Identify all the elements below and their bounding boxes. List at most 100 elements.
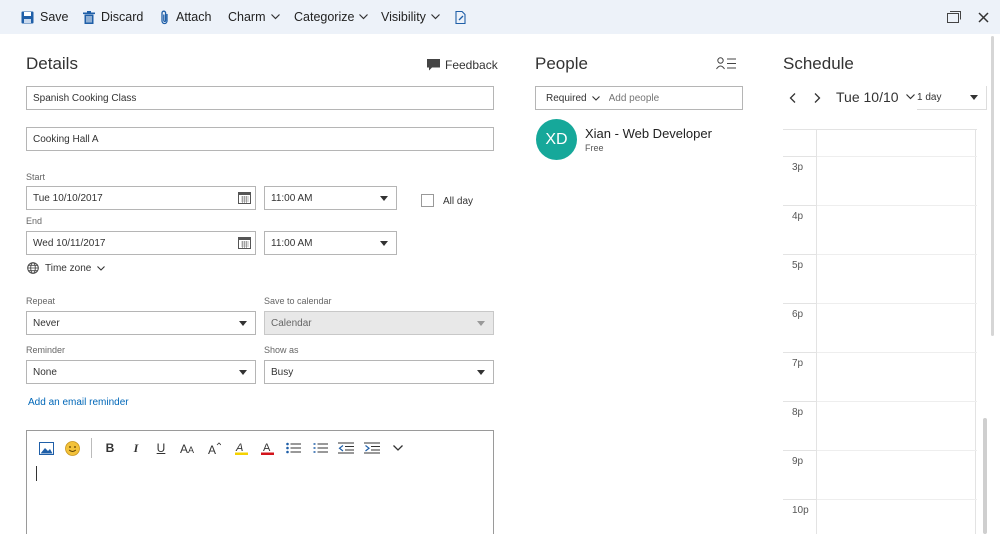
save-to-calendar-label: Save to calendar [264, 296, 332, 306]
schedule-date: Tue 10/10 [836, 89, 899, 105]
font-size-button[interactable]: A A [178, 439, 198, 457]
repeat-select[interactable]: Never [26, 311, 256, 335]
start-time-select[interactable]: 11:00 AM [264, 186, 397, 210]
schedule-view-select[interactable]: 1 day [917, 86, 987, 110]
hour-line [783, 450, 817, 451]
start-date-value: Tue 10/10/2017 [33, 192, 103, 204]
end-time-select[interactable]: 11:00 AM [264, 231, 397, 255]
italic-button[interactable]: I [126, 439, 146, 457]
show-as-select[interactable]: Busy [264, 360, 494, 384]
charm-dropdown[interactable]: Charm [228, 0, 280, 34]
time-zone-label: Time zone [45, 262, 92, 274]
close-button[interactable] [978, 0, 989, 34]
schedule-view-value: 1 day [917, 92, 942, 103]
hour-line [783, 499, 817, 500]
chevron-down-icon [430, 14, 440, 20]
highlight-button[interactable]: A [231, 439, 251, 457]
schedule-grid[interactable]: 3p 4p 5p 6p 7p 8p 9p 10p [783, 129, 977, 534]
previous-day-button[interactable] [789, 93, 796, 103]
decrease-indent-button[interactable] [336, 439, 356, 457]
attach-button[interactable]: Attach [160, 0, 211, 34]
repeat-value: Never [33, 317, 60, 329]
all-day-label: All day [443, 196, 474, 207]
numbering-button[interactable] [310, 439, 330, 457]
font-color-button[interactable]: A [257, 439, 277, 457]
people-picker[interactable]: Required [535, 86, 743, 110]
hour-line [783, 205, 817, 206]
add-email-reminder-link[interactable]: Add an email reminder [28, 397, 129, 408]
bold-button[interactable]: B [100, 439, 120, 457]
feedback-icon [427, 59, 440, 71]
schedule-date-picker[interactable]: Tue 10/10 [836, 89, 915, 105]
half-hour-line [817, 303, 977, 304]
bulleted-list-icon [285, 442, 301, 454]
font-size-icon: A A [180, 442, 194, 454]
half-hour-line [817, 205, 977, 206]
end-time-value: 11:00 AM [271, 237, 313, 249]
calendar-icon[interactable] [238, 237, 251, 249]
next-day-button[interactable] [814, 93, 821, 103]
avatar[interactable]: XD [536, 119, 577, 160]
start-date-input[interactable]: Tue 10/10/2017 [26, 186, 256, 210]
more-formatting-button[interactable] [388, 439, 408, 457]
add-people-input[interactable] [608, 92, 729, 104]
time-zone-toggle[interactable]: Time zone [27, 262, 106, 274]
insert-emoji-button[interactable] [62, 439, 82, 457]
save-to-calendar-value: Calendar [271, 317, 312, 329]
underline-button[interactable]: U [151, 439, 171, 457]
attendee-name: Xian - Web Developer [585, 126, 712, 141]
calendar-icon[interactable] [238, 192, 251, 204]
save-label: Save [40, 10, 69, 24]
page-scrollbar[interactable] [991, 36, 994, 336]
save-to-calendar-select[interactable]: Calendar [264, 311, 494, 335]
hour-label: 3p [792, 162, 804, 173]
feedback-label: Feedback [445, 58, 498, 72]
event-body-editor[interactable]: B I U A A A A A [26, 430, 494, 534]
schedule-title: Schedule [783, 54, 854, 73]
svg-text:A: A [235, 442, 243, 454]
dropdown-arrow-icon [380, 196, 388, 201]
repeat-label: Repeat [26, 296, 56, 306]
hour-label: 10p [792, 505, 809, 516]
attendance-type-dropdown[interactable]: Required [536, 93, 600, 104]
grow-font-button[interactable]: A [204, 439, 224, 457]
reminder-select[interactable]: None [26, 360, 256, 384]
reminder-label: Reminder [26, 345, 66, 355]
feedback-button[interactable]: Feedback [427, 58, 498, 72]
font-color-icon: A [260, 442, 274, 455]
attach-label: Attach [176, 10, 212, 24]
event-title-input[interactable]: Spanish Cooking Class [26, 86, 494, 110]
dropdown-arrow-icon [380, 241, 388, 246]
half-hour-line [817, 401, 977, 402]
end-date-value: Wed 10/11/2017 [33, 237, 106, 249]
discard-button[interactable]: Discard [83, 0, 143, 34]
schedule-scrollbar[interactable] [983, 418, 987, 534]
hour-label: 4p [792, 211, 804, 222]
dropdown-arrow-icon [970, 95, 978, 100]
categorize-dropdown[interactable]: Categorize [294, 0, 369, 34]
popout-button[interactable] [947, 0, 961, 34]
contacts-list-icon[interactable] [716, 57, 736, 70]
end-date-input[interactable]: Wed 10/11/2017 [26, 231, 256, 255]
visibility-dropdown[interactable]: Visibility [381, 0, 440, 34]
hour-label: 5p [792, 260, 804, 271]
hour-line [783, 352, 817, 353]
attendee-status: Free [585, 143, 604, 153]
increase-indent-button[interactable] [362, 439, 382, 457]
end-label: End [26, 216, 43, 226]
close-icon [978, 11, 989, 23]
location-input[interactable]: Cooking Hall A [26, 127, 494, 151]
all-day-checkbox[interactable] [421, 194, 434, 207]
chevron-down-icon [97, 265, 106, 271]
chevron-down-icon [905, 94, 915, 100]
text-cursor [36, 466, 37, 481]
bullets-button[interactable] [283, 439, 303, 457]
svg-text:A: A [263, 442, 271, 454]
more-options-button[interactable] [455, 0, 466, 34]
hour-line [783, 401, 817, 402]
start-time-value: 11:00 AM [271, 192, 313, 204]
save-button[interactable]: Save [21, 0, 69, 34]
half-hour-line [817, 254, 977, 255]
insert-picture-button[interactable] [36, 439, 56, 457]
categorize-label: Categorize [294, 10, 355, 24]
